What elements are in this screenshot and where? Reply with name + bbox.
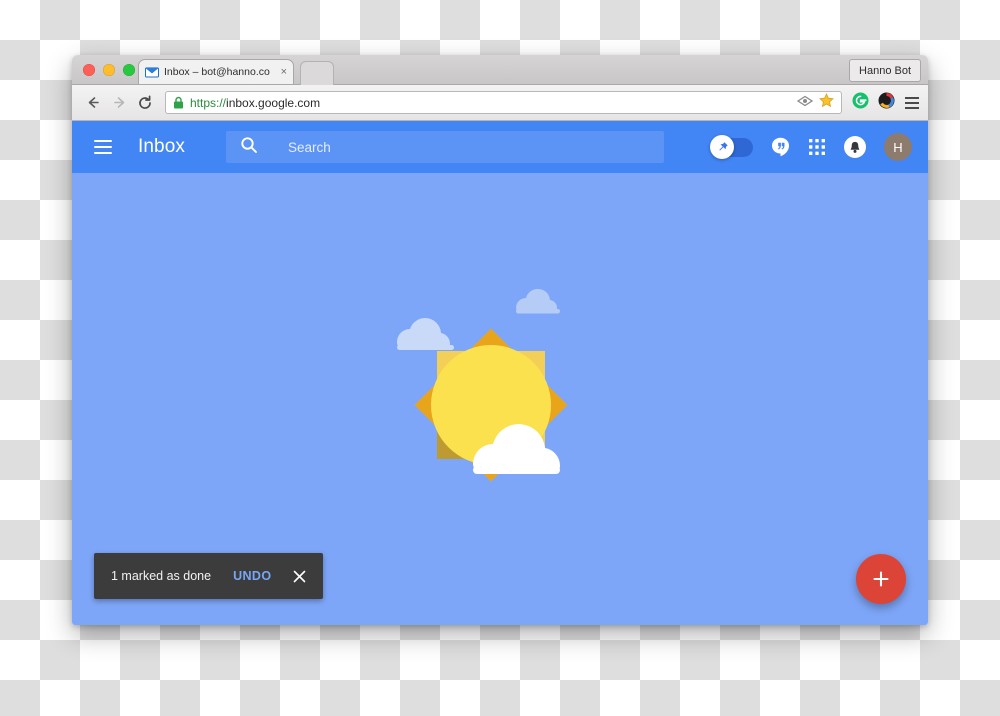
omnibox-actions — [796, 92, 834, 113]
search-placeholder: Search — [287, 139, 331, 155]
browser-toolbar: https://inbox.google.com — [72, 85, 928, 121]
app-bar: Inbox Search H — [72, 121, 928, 173]
avatar[interactable]: H — [884, 133, 912, 161]
search-input[interactable]: Search — [225, 131, 664, 163]
pin-toggle-knob — [710, 135, 734, 159]
tab-close-icon[interactable]: × — [281, 66, 287, 78]
page-title: Inbox — [138, 136, 185, 157]
new-tab-button[interactable] — [300, 61, 334, 85]
bookmark-star-icon[interactable] — [819, 92, 834, 113]
back-button[interactable] — [81, 91, 105, 115]
maximize-window-button[interactable] — [123, 64, 135, 76]
close-icon[interactable] — [293, 570, 306, 583]
apps-grid-icon[interactable] — [808, 138, 826, 156]
sun-and-clouds-empty-state — [385, 274, 615, 524]
tab-strip: Inbox – bot@hanno.co × Hanno Bot — [72, 55, 928, 85]
browser-tab[interactable]: Inbox – bot@hanno.co × — [138, 59, 294, 84]
address-bar-url: https://inbox.google.com — [190, 96, 320, 110]
minimize-window-button[interactable] — [103, 64, 115, 76]
chrome-menu-icon[interactable] — [905, 96, 919, 109]
tab-title: Inbox – bot@hanno.co — [164, 66, 270, 78]
snackbar-message: 1 marked as done — [111, 569, 212, 583]
url-scheme: https:// — [190, 95, 227, 110]
undo-button[interactable]: UNDO — [233, 569, 271, 583]
url-host: inbox.google.com — [226, 95, 321, 110]
pin-toggle[interactable] — [710, 135, 753, 159]
bell-icon[interactable] — [844, 136, 866, 158]
inbox-canvas: 1 marked as done UNDO — [72, 173, 928, 625]
profile-button[interactable]: Hanno Bot — [849, 59, 921, 82]
window-controls — [83, 64, 135, 76]
hangouts-icon[interactable] — [771, 137, 790, 157]
cast-icon[interactable] — [796, 94, 814, 112]
cloud-small-left — [396, 317, 454, 350]
browser-window: Inbox – bot@hanno.co × Hanno Bot https:/… — [72, 55, 928, 625]
hamburger-menu-icon[interactable] — [94, 140, 112, 154]
cloud-small-right — [516, 288, 560, 314]
envelope-icon — [145, 65, 159, 79]
close-window-button[interactable] — [83, 64, 95, 76]
app-bar-actions: H — [710, 133, 912, 161]
colorzilla-icon[interactable] — [878, 92, 895, 114]
address-bar[interactable]: https://inbox.google.com — [165, 91, 842, 114]
lock-icon — [173, 96, 184, 109]
snackbar: 1 marked as done UNDO — [94, 553, 324, 599]
search-icon — [240, 136, 258, 159]
compose-button[interactable] — [856, 554, 906, 604]
reload-button[interactable] — [133, 91, 157, 115]
pin-icon — [718, 141, 728, 150]
plus-icon — [873, 571, 889, 587]
inbox-app: Inbox Search H 1 marked as done UNDO — [72, 121, 928, 625]
grammarly-icon[interactable] — [852, 92, 869, 114]
forward-button[interactable] — [107, 91, 131, 115]
extension-icons — [852, 92, 895, 114]
